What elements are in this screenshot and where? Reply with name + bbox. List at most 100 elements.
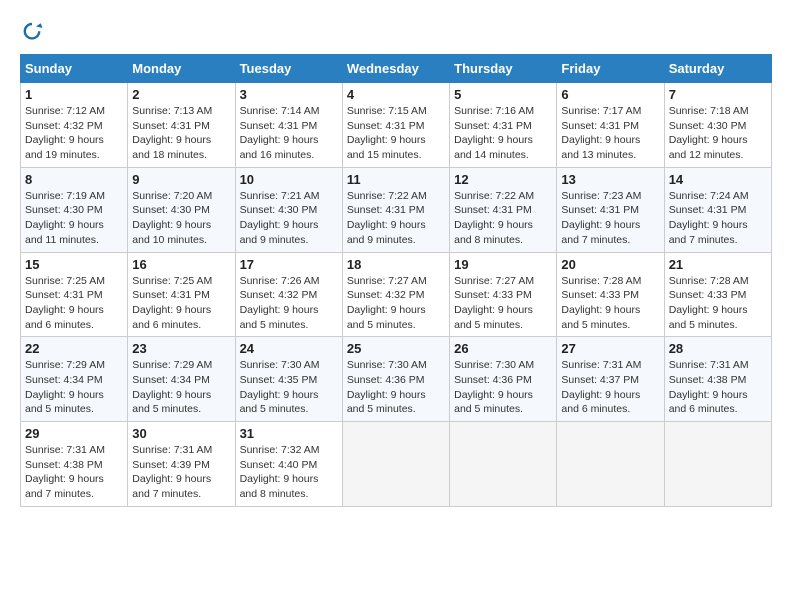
calendar-cell: 18 Sunrise: 7:27 AM Sunset: 4:32 PM Dayl… xyxy=(342,252,449,337)
calendar-cell: 28 Sunrise: 7:31 AM Sunset: 4:38 PM Dayl… xyxy=(664,337,771,422)
weekday-header: Friday xyxy=(557,55,664,83)
day-info: Sunrise: 7:25 AM Sunset: 4:31 PM Dayligh… xyxy=(25,274,123,333)
day-number: 6 xyxy=(561,87,659,102)
calendar-cell: 19 Sunrise: 7:27 AM Sunset: 4:33 PM Dayl… xyxy=(450,252,557,337)
day-number: 21 xyxy=(669,257,767,272)
day-number: 19 xyxy=(454,257,552,272)
calendar-cell: 26 Sunrise: 7:30 AM Sunset: 4:36 PM Dayl… xyxy=(450,337,557,422)
calendar-table: SundayMondayTuesdayWednesdayThursdayFrid… xyxy=(20,54,772,507)
calendar-cell: 9 Sunrise: 7:20 AM Sunset: 4:30 PM Dayli… xyxy=(128,167,235,252)
calendar-cell: 3 Sunrise: 7:14 AM Sunset: 4:31 PM Dayli… xyxy=(235,83,342,168)
day-info: Sunrise: 7:12 AM Sunset: 4:32 PM Dayligh… xyxy=(25,104,123,163)
day-number: 7 xyxy=(669,87,767,102)
day-number: 23 xyxy=(132,341,230,356)
calendar-cell xyxy=(557,422,664,507)
calendar-cell: 29 Sunrise: 7:31 AM Sunset: 4:38 PM Dayl… xyxy=(21,422,128,507)
day-info: Sunrise: 7:17 AM Sunset: 4:31 PM Dayligh… xyxy=(561,104,659,163)
day-info: Sunrise: 7:30 AM Sunset: 4:36 PM Dayligh… xyxy=(347,358,445,417)
logo xyxy=(20,20,48,44)
calendar-header-row: SundayMondayTuesdayWednesdayThursdayFrid… xyxy=(21,55,772,83)
day-number: 2 xyxy=(132,87,230,102)
day-number: 12 xyxy=(454,172,552,187)
calendar-cell: 30 Sunrise: 7:31 AM Sunset: 4:39 PM Dayl… xyxy=(128,422,235,507)
day-number: 27 xyxy=(561,341,659,356)
calendar-cell: 21 Sunrise: 7:28 AM Sunset: 4:33 PM Dayl… xyxy=(664,252,771,337)
day-info: Sunrise: 7:31 AM Sunset: 4:37 PM Dayligh… xyxy=(561,358,659,417)
day-info: Sunrise: 7:31 AM Sunset: 4:38 PM Dayligh… xyxy=(25,443,123,502)
calendar-week-row: 1 Sunrise: 7:12 AM Sunset: 4:32 PM Dayli… xyxy=(21,83,772,168)
calendar-week-row: 8 Sunrise: 7:19 AM Sunset: 4:30 PM Dayli… xyxy=(21,167,772,252)
calendar-cell: 5 Sunrise: 7:16 AM Sunset: 4:31 PM Dayli… xyxy=(450,83,557,168)
day-info: Sunrise: 7:29 AM Sunset: 4:34 PM Dayligh… xyxy=(132,358,230,417)
day-info: Sunrise: 7:30 AM Sunset: 4:36 PM Dayligh… xyxy=(454,358,552,417)
calendar-cell: 20 Sunrise: 7:28 AM Sunset: 4:33 PM Dayl… xyxy=(557,252,664,337)
day-number: 8 xyxy=(25,172,123,187)
calendar-cell: 12 Sunrise: 7:22 AM Sunset: 4:31 PM Dayl… xyxy=(450,167,557,252)
calendar-cell: 4 Sunrise: 7:15 AM Sunset: 4:31 PM Dayli… xyxy=(342,83,449,168)
day-info: Sunrise: 7:32 AM Sunset: 4:40 PM Dayligh… xyxy=(240,443,338,502)
day-info: Sunrise: 7:14 AM Sunset: 4:31 PM Dayligh… xyxy=(240,104,338,163)
day-info: Sunrise: 7:24 AM Sunset: 4:31 PM Dayligh… xyxy=(669,189,767,248)
calendar-cell: 23 Sunrise: 7:29 AM Sunset: 4:34 PM Dayl… xyxy=(128,337,235,422)
day-info: Sunrise: 7:16 AM Sunset: 4:31 PM Dayligh… xyxy=(454,104,552,163)
calendar-cell: 22 Sunrise: 7:29 AM Sunset: 4:34 PM Dayl… xyxy=(21,337,128,422)
day-number: 3 xyxy=(240,87,338,102)
calendar-cell: 27 Sunrise: 7:31 AM Sunset: 4:37 PM Dayl… xyxy=(557,337,664,422)
weekday-header: Sunday xyxy=(21,55,128,83)
day-info: Sunrise: 7:27 AM Sunset: 4:33 PM Dayligh… xyxy=(454,274,552,333)
weekday-header: Thursday xyxy=(450,55,557,83)
calendar-cell: 2 Sunrise: 7:13 AM Sunset: 4:31 PM Dayli… xyxy=(128,83,235,168)
calendar-cell xyxy=(450,422,557,507)
day-number: 1 xyxy=(25,87,123,102)
day-info: Sunrise: 7:28 AM Sunset: 4:33 PM Dayligh… xyxy=(669,274,767,333)
calendar-cell: 13 Sunrise: 7:23 AM Sunset: 4:31 PM Dayl… xyxy=(557,167,664,252)
page-header xyxy=(20,20,772,44)
day-number: 17 xyxy=(240,257,338,272)
day-info: Sunrise: 7:18 AM Sunset: 4:30 PM Dayligh… xyxy=(669,104,767,163)
day-number: 25 xyxy=(347,341,445,356)
day-number: 18 xyxy=(347,257,445,272)
weekday-header: Monday xyxy=(128,55,235,83)
calendar-week-row: 22 Sunrise: 7:29 AM Sunset: 4:34 PM Dayl… xyxy=(21,337,772,422)
day-info: Sunrise: 7:26 AM Sunset: 4:32 PM Dayligh… xyxy=(240,274,338,333)
day-info: Sunrise: 7:20 AM Sunset: 4:30 PM Dayligh… xyxy=(132,189,230,248)
calendar-cell: 11 Sunrise: 7:22 AM Sunset: 4:31 PM Dayl… xyxy=(342,167,449,252)
day-info: Sunrise: 7:28 AM Sunset: 4:33 PM Dayligh… xyxy=(561,274,659,333)
calendar-cell: 10 Sunrise: 7:21 AM Sunset: 4:30 PM Dayl… xyxy=(235,167,342,252)
day-number: 15 xyxy=(25,257,123,272)
day-number: 29 xyxy=(25,426,123,441)
logo-icon xyxy=(20,20,44,44)
calendar-cell: 14 Sunrise: 7:24 AM Sunset: 4:31 PM Dayl… xyxy=(664,167,771,252)
day-info: Sunrise: 7:19 AM Sunset: 4:30 PM Dayligh… xyxy=(25,189,123,248)
day-number: 16 xyxy=(132,257,230,272)
day-number: 30 xyxy=(132,426,230,441)
calendar-cell: 7 Sunrise: 7:18 AM Sunset: 4:30 PM Dayli… xyxy=(664,83,771,168)
day-number: 14 xyxy=(669,172,767,187)
day-info: Sunrise: 7:25 AM Sunset: 4:31 PM Dayligh… xyxy=(132,274,230,333)
calendar-cell: 1 Sunrise: 7:12 AM Sunset: 4:32 PM Dayli… xyxy=(21,83,128,168)
day-number: 22 xyxy=(25,341,123,356)
calendar-cell: 24 Sunrise: 7:30 AM Sunset: 4:35 PM Dayl… xyxy=(235,337,342,422)
day-info: Sunrise: 7:13 AM Sunset: 4:31 PM Dayligh… xyxy=(132,104,230,163)
calendar-cell: 8 Sunrise: 7:19 AM Sunset: 4:30 PM Dayli… xyxy=(21,167,128,252)
day-info: Sunrise: 7:30 AM Sunset: 4:35 PM Dayligh… xyxy=(240,358,338,417)
day-number: 9 xyxy=(132,172,230,187)
weekday-header: Saturday xyxy=(664,55,771,83)
day-info: Sunrise: 7:15 AM Sunset: 4:31 PM Dayligh… xyxy=(347,104,445,163)
calendar-cell: 15 Sunrise: 7:25 AM Sunset: 4:31 PM Dayl… xyxy=(21,252,128,337)
day-info: Sunrise: 7:31 AM Sunset: 4:38 PM Dayligh… xyxy=(669,358,767,417)
day-info: Sunrise: 7:22 AM Sunset: 4:31 PM Dayligh… xyxy=(347,189,445,248)
day-info: Sunrise: 7:27 AM Sunset: 4:32 PM Dayligh… xyxy=(347,274,445,333)
day-number: 26 xyxy=(454,341,552,356)
day-info: Sunrise: 7:23 AM Sunset: 4:31 PM Dayligh… xyxy=(561,189,659,248)
calendar-cell: 6 Sunrise: 7:17 AM Sunset: 4:31 PM Dayli… xyxy=(557,83,664,168)
day-number: 5 xyxy=(454,87,552,102)
day-number: 31 xyxy=(240,426,338,441)
calendar-cell xyxy=(342,422,449,507)
weekday-header: Wednesday xyxy=(342,55,449,83)
calendar-cell: 17 Sunrise: 7:26 AM Sunset: 4:32 PM Dayl… xyxy=(235,252,342,337)
day-number: 28 xyxy=(669,341,767,356)
day-number: 13 xyxy=(561,172,659,187)
calendar-cell: 25 Sunrise: 7:30 AM Sunset: 4:36 PM Dayl… xyxy=(342,337,449,422)
calendar-week-row: 15 Sunrise: 7:25 AM Sunset: 4:31 PM Dayl… xyxy=(21,252,772,337)
